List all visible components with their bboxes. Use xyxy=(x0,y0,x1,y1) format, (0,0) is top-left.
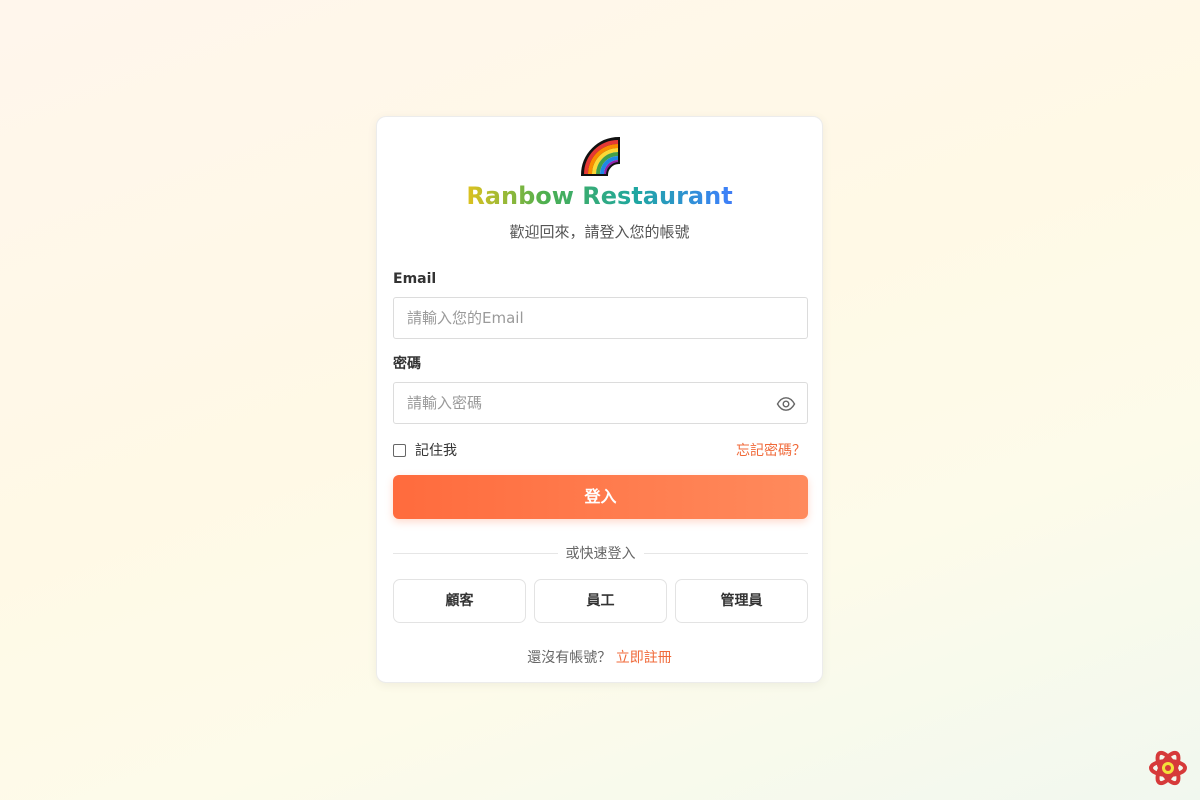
quick-login-customer-button[interactable]: 顧客 xyxy=(393,579,526,623)
quick-login-staff-button[interactable]: 員工 xyxy=(534,579,667,623)
signup-link[interactable]: 立即註冊 xyxy=(616,650,672,666)
remember-label: 記住我 xyxy=(415,443,457,459)
email-label: Email xyxy=(393,271,437,287)
eye-icon[interactable] xyxy=(776,394,796,414)
login-button[interactable]: 登入 xyxy=(393,475,808,519)
rainbow-icon xyxy=(580,136,620,176)
signup-prompt: 還沒有帳號？ 立即註冊 xyxy=(377,647,822,669)
login-card: Ranbow Restaurant 歡迎回來，請登入您的帳號 Email 密碼 … xyxy=(376,116,823,683)
remember-me[interactable]: 記住我 xyxy=(393,440,457,460)
signup-prompt-text: 還沒有帳號？ xyxy=(527,650,612,666)
quick-login-label: 或快速登入 xyxy=(565,546,636,562)
quick-login-divider: 或快速登入 xyxy=(393,542,808,564)
react-devtools-icon[interactable] xyxy=(1148,748,1188,788)
password-label: 密碼 xyxy=(393,356,421,372)
remember-checkbox[interactable] xyxy=(393,443,406,457)
divider-line xyxy=(393,552,558,554)
forgot-password-link[interactable]: 忘記密碼？ xyxy=(736,440,806,460)
email-field-wrapper xyxy=(393,297,808,339)
welcome-subtitle: 歡迎回來，請登入您的帳號 xyxy=(509,223,690,241)
brand-title: Ranbow Restaurant xyxy=(377,179,822,213)
quick-login-admin-button[interactable]: 管理員 xyxy=(675,579,808,623)
password-input[interactable] xyxy=(394,383,807,423)
divider-line xyxy=(643,552,808,554)
password-field-wrapper xyxy=(393,382,808,424)
email-input[interactable] xyxy=(394,298,807,338)
